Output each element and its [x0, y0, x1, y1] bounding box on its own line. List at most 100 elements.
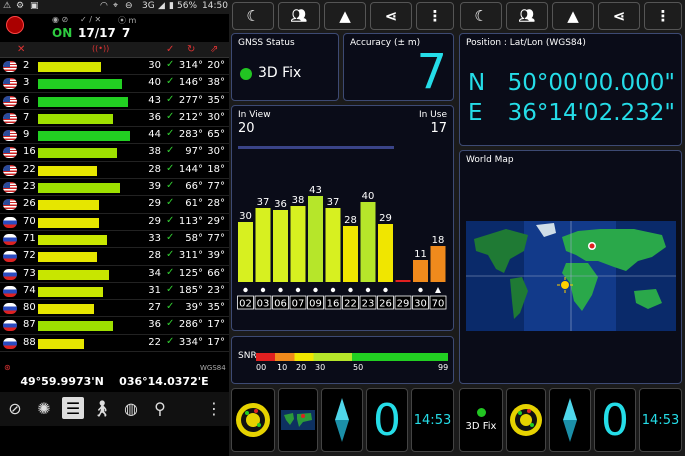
position-panel: ☾ 👥︎ ▲ ⋖ ⋮ Position : Lat/Lon (WGS84) N …	[457, 0, 685, 456]
table-row[interactable]: 7 36 ✓ 212° 30°	[0, 110, 229, 128]
walk-icon[interactable]: 🚶︎	[91, 397, 113, 419]
used-marker	[295, 287, 301, 293]
table-row[interactable]: 6 43 ✓ 277° 35°	[0, 93, 229, 110]
used-check-icon: ✓	[166, 266, 175, 278]
list-icon[interactable]: ☰	[62, 397, 84, 419]
radar-tile[interactable]	[231, 388, 275, 452]
table-row[interactable]: 88 22 ✓ 334° 17°	[0, 335, 229, 353]
speed-tile[interactable]: 0	[366, 388, 408, 452]
menu-button[interactable]: ⋮	[416, 2, 454, 30]
snr-bar-70	[430, 246, 446, 282]
russia-flag-icon	[3, 216, 17, 228]
share-button[interactable]: ⋖	[598, 2, 640, 30]
table-header: ✕ ((•)) ✓ ↻ ⇗	[0, 42, 229, 58]
sat-prn: 80	[23, 302, 36, 314]
compass-tile[interactable]	[321, 388, 363, 452]
time-tile[interactable]: 14:53	[411, 388, 454, 452]
people-button[interactable]: 👥︎	[506, 2, 548, 30]
snr-bar-30	[413, 260, 428, 282]
moon-icon: ☾	[474, 7, 488, 25]
navigation-arrow-icon: ▲	[567, 7, 579, 25]
compass-tile[interactable]	[549, 388, 591, 452]
sat-prn: 87	[23, 319, 36, 331]
accuracy-label: Accuracy (± m)	[350, 38, 421, 48]
compass-needle-icon	[563, 398, 577, 442]
night-mode-button[interactable]: ☾	[232, 2, 274, 30]
globe-icon[interactable]: ◍	[120, 397, 142, 419]
alert-icon: ⚠	[3, 1, 12, 11]
sat-prn: 22	[23, 163, 36, 175]
more-icon: ⋮	[427, 7, 443, 25]
us-flag-icon	[3, 199, 17, 211]
map-tile[interactable]	[278, 388, 318, 452]
snr-value-label: 29	[379, 213, 392, 224]
prn-label: 22	[344, 299, 357, 310]
pin-icon[interactable]: ⚲	[149, 397, 171, 419]
sat-prn: 7	[23, 111, 30, 123]
navigate-button[interactable]: ▲	[324, 2, 366, 30]
table-row[interactable]: 23 39 ✓ 66° 77°	[0, 179, 229, 197]
navigate-button[interactable]: ▲	[552, 2, 594, 30]
snr-value-label: 30	[239, 211, 252, 222]
table-row[interactable]: 73 34 ✓ 125° 66°	[0, 266, 229, 283]
russia-flag-icon	[3, 233, 17, 245]
gps-logo-icon[interactable]	[6, 16, 24, 34]
snr-tick-50: 50	[353, 363, 364, 372]
share-button[interactable]: ⋖	[370, 2, 412, 30]
table-row[interactable]: 71 33 ✓ 58° 77°	[0, 231, 229, 249]
table-row[interactable]: 26 29 ✓ 61° 28°	[0, 196, 229, 214]
snr-bar	[38, 286, 103, 297]
sat-prn: 70	[23, 215, 36, 227]
in-use-label: In Use	[418, 110, 447, 120]
speed-tile[interactable]: 0	[594, 388, 636, 452]
used-check-icon: ✓	[166, 197, 175, 209]
lat-hemisphere: N	[468, 70, 486, 96]
sat-prn: 74	[23, 284, 36, 296]
table-row[interactable]: 80 27 ✓ 39° 35°	[0, 300, 229, 318]
battery-icon: ▮	[169, 1, 174, 11]
radar-icon[interactable]: ✺	[33, 397, 55, 419]
russia-flag-icon	[3, 251, 17, 263]
table-row[interactable]: 72 28 ✓ 311° 39°	[0, 248, 229, 266]
gps-state: ON	[52, 26, 73, 40]
snr-value-label: 37	[327, 197, 340, 208]
snr-bar	[38, 165, 97, 176]
us-flag-icon	[3, 164, 17, 176]
radar-tile[interactable]	[506, 388, 546, 452]
night-mode-button[interactable]: ☾	[460, 2, 502, 30]
table-row[interactable]: 74 31 ✓ 185° 23°	[0, 283, 229, 301]
russia-flag-icon	[3, 268, 17, 280]
snr-bar-chart: 30 02 37 03 36 06 38 07 43 09 37 16 28 22 40 23 29 26 29 11…	[237, 185, 447, 310]
gnss-status-label: GNSS Status	[238, 38, 295, 48]
snr-value-label: 40	[362, 191, 375, 202]
fix-indicator-icon	[476, 408, 486, 417]
table-row[interactable]: 3 40 ✓ 146° 38°	[0, 75, 229, 93]
fix-tile[interactable]: 3D Fix	[459, 388, 503, 452]
more-icon: ⋮	[655, 7, 671, 25]
share-icon: ⋖	[612, 7, 626, 25]
us-flag-icon	[3, 147, 17, 159]
table-row[interactable]: 70 29 ✓ 113° 29°	[0, 214, 229, 231]
table-row[interactable]: 22 28 ✓ 144° 18°	[0, 162, 229, 180]
latitude: 50°00'00.000"	[507, 70, 675, 96]
people-button[interactable]: 👥︎	[278, 2, 320, 30]
snr-label: SNR	[238, 351, 257, 361]
time-tile[interactable]: 14:53	[639, 388, 682, 452]
sat-snr: 44	[148, 129, 161, 141]
table-row[interactable]: 87 36 ✓ 286° 17°	[0, 317, 229, 335]
table-row[interactable]: 2 30 ✓ 314° 20°	[0, 58, 229, 76]
sat-snr: 29	[148, 198, 161, 210]
speed-value: 0	[373, 394, 401, 446]
table-row[interactable]: 9 44 ✓ 283° 65°	[0, 127, 229, 145]
compass-icon[interactable]: ⊘	[4, 397, 26, 419]
menu-button[interactable]: ⋮	[644, 2, 682, 30]
table-row[interactable]: 16 38 ✓ 97° 30°	[0, 144, 229, 162]
more-icon[interactable]: ⋮	[203, 397, 225, 419]
sat-elevation: 35°	[207, 302, 225, 314]
people-icon: 👥︎	[518, 8, 536, 24]
fix-status: 3D Fix	[465, 421, 497, 432]
world-map[interactable]	[466, 221, 676, 331]
sat-snr: 27	[148, 302, 161, 314]
sat-azimuth: 146°	[178, 77, 203, 89]
col-elevation-icon: ⇗	[210, 44, 219, 55]
